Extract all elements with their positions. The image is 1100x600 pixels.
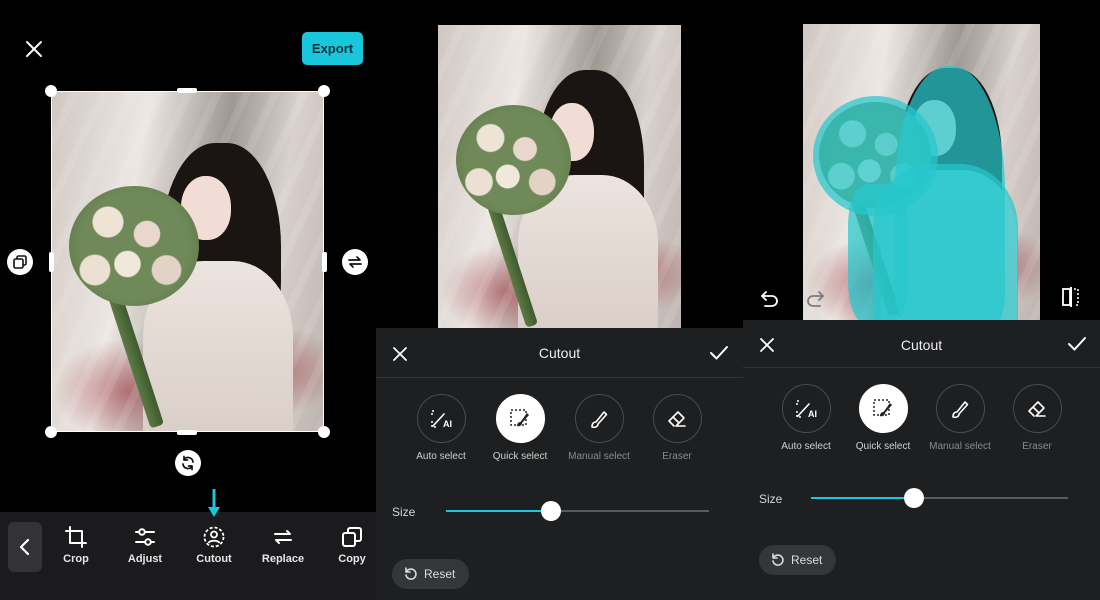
swap-icon[interactable] [342, 249, 368, 275]
reset-button[interactable]: Reset [392, 559, 470, 589]
manual-brush-icon [952, 400, 969, 418]
sheet-title: Cutout [538, 345, 581, 361]
crop-icon [65, 526, 87, 548]
size-label: Size [392, 505, 416, 519]
option-manual-select[interactable]: Manual select [559, 394, 639, 463]
back-button[interactable] [8, 522, 42, 572]
svg-text:AI: AI [808, 409, 817, 419]
cutout-screen-b: Cutout AI Auto select Quick select Manua… [743, 0, 1100, 600]
svg-text:AI: AI [443, 419, 452, 429]
option-quick-select[interactable]: Quick select [480, 394, 560, 463]
resize-handle-top[interactable] [177, 88, 197, 93]
tool-label: Replace [261, 553, 305, 565]
option-eraser[interactable]: Eraser [637, 394, 717, 463]
size-slider-fill [446, 510, 551, 512]
eraser-icon [668, 410, 686, 427]
auto-select-ai-icon: AI [796, 399, 817, 419]
sheet-header: Cutout [743, 320, 1100, 368]
cutout-sheet: Cutout AI Auto select Quick select Manua… [376, 328, 743, 600]
size-slider-knob[interactable] [904, 488, 924, 508]
replace-icon [274, 530, 292, 544]
resize-handle-left[interactable] [49, 252, 54, 272]
reset-button[interactable]: Reset [759, 545, 837, 575]
cutout-sheet: Cutout AI Auto select Quick select Manua… [743, 320, 1100, 600]
resize-handle-right[interactable] [322, 252, 327, 272]
resize-handle-bottom[interactable] [177, 430, 197, 435]
size-slider-fill [811, 497, 914, 499]
tool-adjust[interactable]: Adjust [114, 526, 176, 565]
option-label: Auto select [781, 441, 831, 452]
resize-handle-bottom-right[interactable] [318, 426, 330, 438]
size-slider-knob[interactable] [541, 501, 561, 521]
duplicate-layer-icon[interactable] [7, 249, 33, 275]
chevron-left-icon [19, 538, 30, 556]
option-label: Manual select [568, 451, 630, 462]
undo-icon[interactable] [759, 287, 781, 309]
option-manual-select[interactable]: Manual select [920, 384, 1000, 453]
option-label: Eraser [662, 451, 692, 462]
tool-replace[interactable]: Replace [252, 526, 314, 565]
close-icon[interactable] [22, 37, 46, 61]
sheet-header: Cutout [376, 328, 743, 378]
export-button[interactable]: Export [302, 32, 363, 65]
tool-copy[interactable]: Copy [321, 526, 376, 565]
sheet-title: Cutout [900, 337, 943, 353]
manual-brush-icon [591, 410, 608, 428]
option-label: Quick select [492, 451, 548, 462]
option-label: Quick select [855, 441, 911, 452]
option-label: Eraser [1022, 441, 1052, 452]
tool-label: Adjust [127, 553, 163, 565]
resize-handle-bottom-left[interactable] [45, 426, 57, 438]
confirm-check-icon[interactable] [1066, 333, 1088, 355]
option-quick-select[interactable]: Quick select [843, 384, 923, 453]
resize-handle-top-right[interactable] [318, 85, 330, 97]
highlight-arrow-icon [208, 489, 220, 517]
option-label: Auto select [416, 451, 466, 462]
size-label: Size [759, 492, 783, 506]
cutout-icon [203, 526, 225, 548]
auto-select-ai-icon: AI [431, 409, 452, 429]
reset-label: Reset [424, 567, 456, 581]
eraser-icon [1028, 400, 1046, 417]
reset-label: Reset [791, 553, 823, 567]
resize-handle-top-left[interactable] [45, 85, 57, 97]
selection-frame [51, 91, 324, 432]
tool-crop[interactable]: Crop [45, 526, 107, 565]
quick-select-brush-icon [510, 408, 529, 426]
tool-label: Cutout [196, 553, 232, 565]
option-auto-select[interactable]: AI Auto select [766, 384, 846, 453]
size-slider-track[interactable] [446, 510, 709, 512]
option-label: Manual select [929, 441, 991, 452]
redo-icon[interactable] [804, 287, 826, 309]
cutout-screen-a: Cutout AI Auto select Quick select Manua… [376, 0, 743, 600]
confirm-check-icon[interactable] [708, 342, 730, 364]
option-eraser[interactable]: Eraser [997, 384, 1077, 453]
option-auto-select[interactable]: AI Auto select [401, 394, 481, 463]
quick-select-brush-icon [873, 398, 892, 416]
adjust-icon [135, 528, 155, 546]
photo-editor-screen: Export Crop Adjust Cutout Replace Copy [0, 0, 376, 600]
tool-cutout[interactable]: Cutout [183, 526, 245, 565]
cutout-preview-photo[interactable] [803, 24, 1040, 320]
bottom-toolbar: Crop Adjust Cutout Replace Copy [0, 512, 376, 600]
rotate-icon[interactable] [175, 450, 201, 476]
tool-label: Crop [63, 553, 89, 565]
size-slider-track[interactable] [811, 497, 1068, 499]
cutout-preview-photo[interactable] [438, 25, 681, 328]
tool-label: Copy [338, 553, 366, 565]
compare-icon[interactable] [1059, 285, 1083, 309]
reset-icon [405, 567, 417, 580]
reset-icon [772, 553, 784, 566]
copy-icon [342, 527, 362, 547]
